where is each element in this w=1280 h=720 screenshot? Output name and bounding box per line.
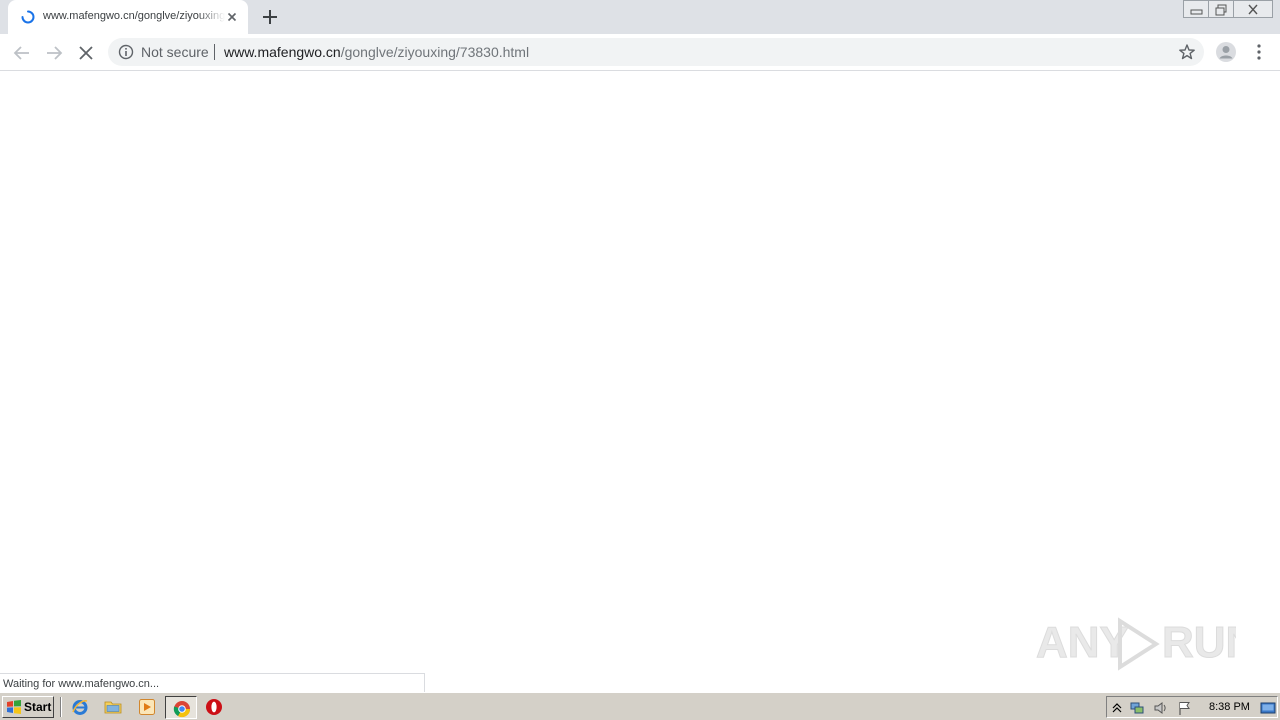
chrome-taskbar-button[interactable] bbox=[165, 696, 197, 719]
address-bar[interactable]: Not secure www.mafengwo.cn/gonglve/ziyou… bbox=[108, 38, 1204, 66]
omnibox-separator bbox=[214, 44, 215, 60]
url-path: /gonglve/ziyouxing/73830.html bbox=[340, 44, 530, 60]
folder-icon[interactable] bbox=[104, 698, 122, 716]
action-center-flag-icon[interactable] bbox=[1177, 700, 1193, 716]
browser-tab[interactable]: www.mafengwo.cn/gonglve/ziyouxing/73830.… bbox=[8, 0, 248, 34]
back-arrow-icon[interactable] bbox=[11, 42, 33, 64]
taskbar: Start 8:38 PM bbox=[0, 692, 1280, 720]
loading-spinner-icon bbox=[21, 10, 35, 24]
taskbar-clock[interactable]: 8:38 PM bbox=[1209, 701, 1250, 713]
anyrun-watermark: ANY RUN bbox=[1036, 617, 1236, 671]
start-button[interactable]: Start bbox=[2, 696, 54, 718]
system-tray: 8:38 PM bbox=[1106, 696, 1278, 718]
svg-text:RUN: RUN bbox=[1162, 618, 1236, 667]
volume-icon[interactable] bbox=[1153, 700, 1169, 716]
tab-close-icon[interactable] bbox=[224, 9, 240, 25]
tab-title: www.mafengwo.cn/gonglve/ziyouxing/73830.… bbox=[43, 10, 225, 22]
minimize-icon bbox=[1190, 9, 1203, 15]
taskbar-separator bbox=[60, 697, 62, 717]
network-icon[interactable] bbox=[1129, 700, 1145, 716]
info-icon[interactable] bbox=[118, 44, 134, 60]
start-label: Start bbox=[24, 700, 52, 714]
restore-icon bbox=[1215, 4, 1227, 16]
page-viewport: ANY RUN Waiting for www.mafengwo.cn... bbox=[0, 72, 1280, 693]
forward-arrow-icon[interactable] bbox=[43, 42, 65, 64]
show-desktop-icon[interactable] bbox=[1260, 700, 1276, 716]
kebab-menu-icon[interactable] bbox=[1250, 42, 1268, 62]
browser-toolbar: Not secure www.mafengwo.cn/gonglve/ziyou… bbox=[0, 34, 1280, 71]
url-text[interactable]: www.mafengwo.cn/gonglve/ziyouxing/73830.… bbox=[224, 44, 529, 60]
restore-button[interactable] bbox=[1208, 0, 1234, 18]
stop-loading-icon[interactable] bbox=[75, 42, 97, 64]
profile-avatar-icon[interactable] bbox=[1215, 41, 1237, 63]
minimize-button[interactable] bbox=[1183, 0, 1209, 18]
chrome-icon bbox=[173, 701, 191, 718]
windows-flag-icon bbox=[7, 700, 21, 714]
close-icon bbox=[1248, 4, 1258, 15]
bookmark-star-icon[interactable] bbox=[1178, 43, 1196, 61]
tray-expand-icon[interactable] bbox=[1109, 700, 1125, 716]
close-window-button[interactable] bbox=[1233, 0, 1273, 18]
url-host: www.mafengwo.cn bbox=[224, 44, 341, 60]
internet-explorer-icon[interactable] bbox=[71, 698, 89, 716]
security-label[interactable]: Not secure bbox=[141, 44, 209, 60]
svg-text:ANY: ANY bbox=[1036, 618, 1129, 667]
status-bubble: Waiting for www.mafengwo.cn... bbox=[0, 673, 425, 693]
media-player-icon[interactable] bbox=[138, 698, 156, 716]
tab-strip: www.mafengwo.cn/gonglve/ziyouxing/73830.… bbox=[0, 0, 1280, 34]
opera-icon[interactable] bbox=[205, 698, 223, 716]
new-tab-icon[interactable] bbox=[260, 7, 280, 27]
